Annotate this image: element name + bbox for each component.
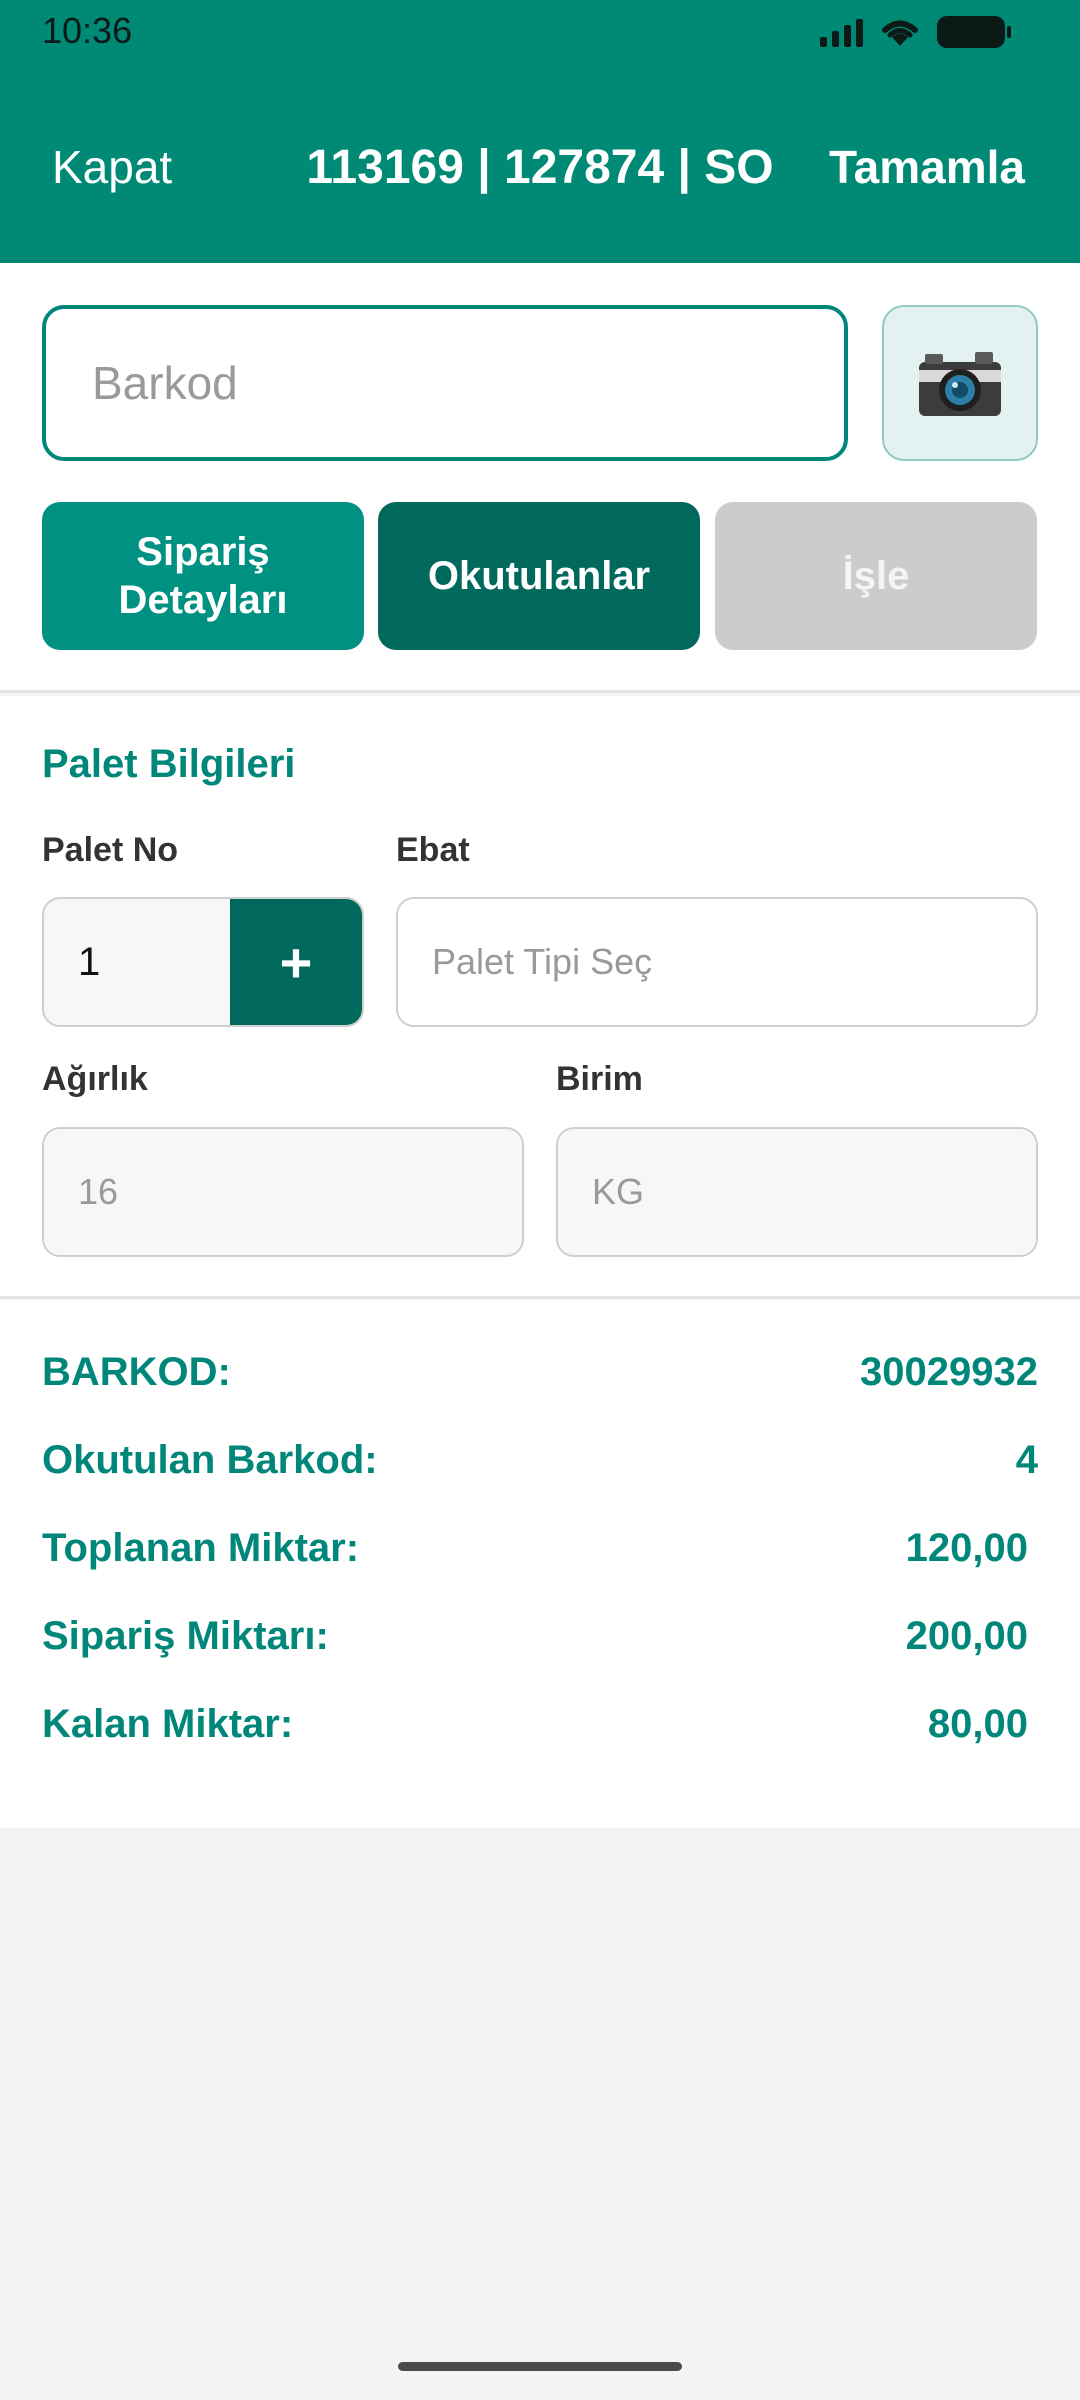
summary-value: 80,00 — [927, 1702, 1028, 1746]
size-label: Ebat — [396, 831, 470, 869]
summary-label: Toplanan Miktar: — [42, 1526, 360, 1570]
weight-label: Ağırlık — [42, 1060, 148, 1098]
action-tabs: Sipariş Detayları Okutulanlar İşle — [42, 502, 1038, 650]
summary-label: Okutulan Barkod: — [42, 1438, 378, 1482]
signal-icon — [820, 17, 863, 47]
pallet-no-label: Palet No — [42, 831, 179, 869]
process-button-label: İşle — [842, 554, 910, 598]
camera-button[interactable] — [882, 305, 1038, 461]
summary-label: Kalan Miktar: — [42, 1702, 294, 1746]
summary-row-remaining: Kalan Miktar: 80,00 — [42, 1702, 1038, 1762]
pallet-no-field[interactable]: 1 + — [42, 897, 364, 1027]
nav-bar: Kapat 113169 | 127874 | SO Tamamla — [0, 140, 1080, 204]
tab-order-details[interactable]: Sipariş Detayları — [42, 502, 364, 650]
app-header: 10:36 Kapat 113169 | 127874 | SO Tamamla — [0, 0, 1080, 263]
summary-row-scanned: Okutulan Barkod: 4 — [42, 1438, 1038, 1498]
wifi-icon — [882, 20, 918, 46]
status-icons — [820, 12, 1011, 52]
camera-icon — [919, 352, 1001, 416]
scan-card: Barkod Sipariş Detayları Okutulanlar İşl… — [0, 263, 1080, 693]
summary-value: 30029932 — [860, 1350, 1038, 1394]
pallet-info-card: Palet Bilgileri Palet No Ebat 1 + Palet … — [0, 696, 1080, 1299]
status-time: 10:36 — [42, 10, 133, 51]
summary-row-order: Sipariş Miktarı: 200,00 — [42, 1614, 1038, 1674]
pallet-no-value[interactable]: 1 — [78, 899, 100, 1025]
weight-field[interactable]: 16 — [42, 1127, 524, 1257]
summary-row-collected: Toplanan Miktar: 120,00 — [42, 1526, 1038, 1586]
summary-label: Sipariş Miktarı: — [42, 1614, 329, 1658]
summary-label: BARKOD: — [42, 1350, 231, 1394]
summary-row-barcode: BARKOD: 30029932 — [42, 1350, 1038, 1410]
close-button[interactable]: Kapat — [52, 140, 172, 194]
tab-order-details-label: Sipariş Detayları — [118, 530, 288, 622]
tab-scanned[interactable]: Okutulanlar — [378, 502, 700, 650]
summary-value: 4 — [1015, 1438, 1038, 1482]
home-indicator[interactable] — [398, 2362, 682, 2371]
section-title: Palet Bilgileri — [42, 742, 296, 786]
process-button[interactable]: İşle — [715, 502, 1037, 650]
summary-card: BARKOD: 30029932 Okutulan Barkod: 4 Topl… — [0, 1300, 1080, 1828]
summary-value: 120,00 — [905, 1526, 1028, 1570]
tab-scanned-label: Okutulanlar — [427, 554, 651, 598]
pallet-type-select[interactable]: Palet Tipi Seç — [396, 897, 1038, 1027]
summary-value: 200,00 — [905, 1614, 1028, 1658]
complete-button[interactable]: Tamamla — [829, 140, 1025, 194]
battery-icon — [937, 16, 1011, 48]
unit-label: Birim — [556, 1060, 643, 1098]
add-pallet-button[interactable]: + — [230, 899, 362, 1025]
barcode-input[interactable]: Barkod — [42, 305, 848, 461]
unit-field[interactable]: KG — [556, 1127, 1038, 1257]
